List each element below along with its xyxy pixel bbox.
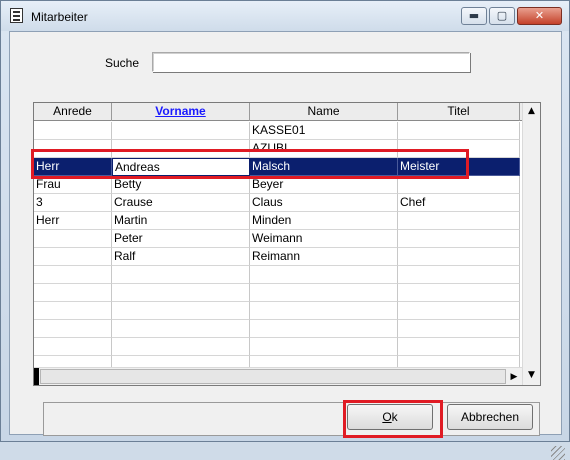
cell-name[interactable]: Reimann	[250, 248, 398, 266]
cell-vorname[interactable]	[112, 140, 250, 158]
cell-titel[interactable]	[398, 248, 520, 266]
cell-vorname[interactable]: Crause	[112, 194, 250, 212]
cell-vorname[interactable]: Betty	[112, 176, 250, 194]
cell-vorname[interactable]: Peter	[112, 230, 250, 248]
cell-titel[interactable]	[398, 122, 520, 140]
table-row[interactable]: AZUBI	[34, 140, 522, 158]
cell-anrede[interactable]	[34, 140, 112, 158]
cell-name[interactable]	[250, 302, 398, 320]
scroll-right-icon[interactable]: ▶	[506, 368, 522, 385]
cell-name[interactable]	[250, 266, 398, 284]
header-col-vorname[interactable]: Vorname	[112, 103, 250, 121]
cell-name[interactable]: KASSE01	[250, 122, 398, 140]
cell-name[interactable]	[250, 284, 398, 302]
cell-titel[interactable]	[398, 212, 520, 230]
close-button[interactable]: ✕	[517, 7, 562, 25]
table-row[interactable]	[34, 338, 522, 356]
cell-anrede[interactable]: Frau	[34, 176, 112, 194]
cell-vorname[interactable]	[112, 284, 250, 302]
cell-vorname[interactable]	[112, 320, 250, 338]
grid-header: Anrede Vorname Name Titel	[34, 103, 522, 121]
cell-anrede[interactable]: Herr	[34, 158, 112, 176]
cell-vorname[interactable]	[112, 122, 250, 140]
search-input[interactable]	[152, 52, 470, 72]
cell-anrede[interactable]	[34, 230, 112, 248]
selected-table-row[interactable]: Herr Andreas Malsch Meister	[34, 158, 522, 176]
scroll-down-icon[interactable]: ▼	[523, 367, 540, 384]
cell-titel[interactable]	[398, 140, 520, 158]
cell-titel[interactable]	[398, 302, 520, 320]
cell-anrede[interactable]	[34, 302, 112, 320]
ok-mnemonic: O	[382, 410, 392, 424]
scroll-left-marker	[34, 368, 39, 385]
table-row[interactable]: Peter Weimann	[34, 230, 522, 248]
resize-grip-icon[interactable]	[551, 446, 565, 460]
cell-vorname[interactable]	[112, 302, 250, 320]
table-row[interactable]: Frau Betty Beyer	[34, 176, 522, 194]
vertical-scrollbar[interactable]: ▲ ▼	[522, 103, 540, 385]
cell-anrede[interactable]	[34, 266, 112, 284]
table-row[interactable]: 3 Crause Claus Chef	[34, 194, 522, 212]
maximize-button[interactable]: ▢	[489, 7, 515, 25]
cell-vorname[interactable]: Andreas	[112, 158, 250, 176]
cell-anrede[interactable]	[34, 320, 112, 338]
header-col-name[interactable]: Name	[250, 103, 398, 121]
table-row[interactable]	[34, 266, 522, 284]
cell-name[interactable]	[250, 338, 398, 356]
cell-anrede[interactable]	[34, 122, 112, 140]
ok-button[interactable]: Ok	[347, 404, 433, 430]
cell-anrede[interactable]	[34, 248, 112, 266]
window-title: Mitarbeiter	[31, 10, 88, 24]
employee-grid[interactable]: Anrede Vorname Name Titel KASSE01 AZUBI Herr A…	[33, 102, 541, 386]
horizontal-scroll-thumb[interactable]	[40, 369, 506, 384]
title-bar[interactable]: Mitarbeiter ▬ ▢ ✕	[1, 1, 569, 31]
cell-vorname[interactable]	[112, 338, 250, 356]
cell-titel[interactable]	[398, 338, 520, 356]
header-col-anrede[interactable]: Anrede	[34, 103, 112, 121]
cell-titel[interactable]	[398, 284, 520, 302]
app-icon	[10, 8, 23, 23]
table-row[interactable]: Ralf Reimann	[34, 248, 522, 266]
header-col-titel[interactable]: Titel	[398, 103, 520, 121]
table-row[interactable]	[34, 320, 522, 338]
table-row[interactable]: KASSE01	[34, 122, 522, 140]
table-row[interactable]: Herr Martin Minden	[34, 212, 522, 230]
cell-name[interactable]: Minden	[250, 212, 398, 230]
cell-vorname[interactable]: Martin	[112, 212, 250, 230]
cell-anrede[interactable]: 3	[34, 194, 112, 212]
ok-label-rest: k	[391, 410, 398, 424]
horizontal-scrollbar[interactable]: ▶	[34, 367, 522, 385]
table-row[interactable]	[34, 284, 522, 302]
cell-titel[interactable]	[398, 230, 520, 248]
cell-titel[interactable]	[398, 176, 520, 194]
cell-titel[interactable]	[398, 266, 520, 284]
cell-name[interactable]: Malsch	[250, 158, 398, 176]
cell-titel[interactable]: Meister	[398, 158, 520, 176]
search-label: Suche	[105, 56, 140, 70]
cell-name[interactable]	[250, 320, 398, 338]
grid-rows: KASSE01 AZUBI Herr Andreas Malsch Meister Frau…	[34, 122, 522, 374]
cell-titel[interactable]: Chef	[398, 194, 520, 212]
cancel-button[interactable]: Abbrechen	[447, 404, 533, 430]
cell-anrede[interactable]	[34, 284, 112, 302]
dialog-client-area: Suche Anrede Vorname Name Titel KASSE01 AZUB…	[9, 31, 565, 460]
cell-vorname[interactable]: Ralf	[112, 248, 250, 266]
cell-name[interactable]: Beyer	[250, 176, 398, 194]
cell-name[interactable]: AZUBI	[250, 140, 398, 158]
cell-name[interactable]: Claus	[250, 194, 398, 212]
table-row[interactable]	[34, 302, 522, 320]
cell-anrede[interactable]: Herr	[34, 212, 112, 230]
cell-anrede[interactable]	[34, 338, 112, 356]
cell-name[interactable]: Weimann	[250, 230, 398, 248]
cell-vorname[interactable]	[112, 266, 250, 284]
cell-titel[interactable]	[398, 320, 520, 338]
mitarbeiter-dialog: Mitarbeiter ▬ ▢ ✕ Suche Anrede Vorname Nam…	[0, 0, 570, 460]
scroll-up-icon[interactable]: ▲	[523, 103, 540, 120]
minimize-button[interactable]: ▬	[461, 7, 487, 25]
